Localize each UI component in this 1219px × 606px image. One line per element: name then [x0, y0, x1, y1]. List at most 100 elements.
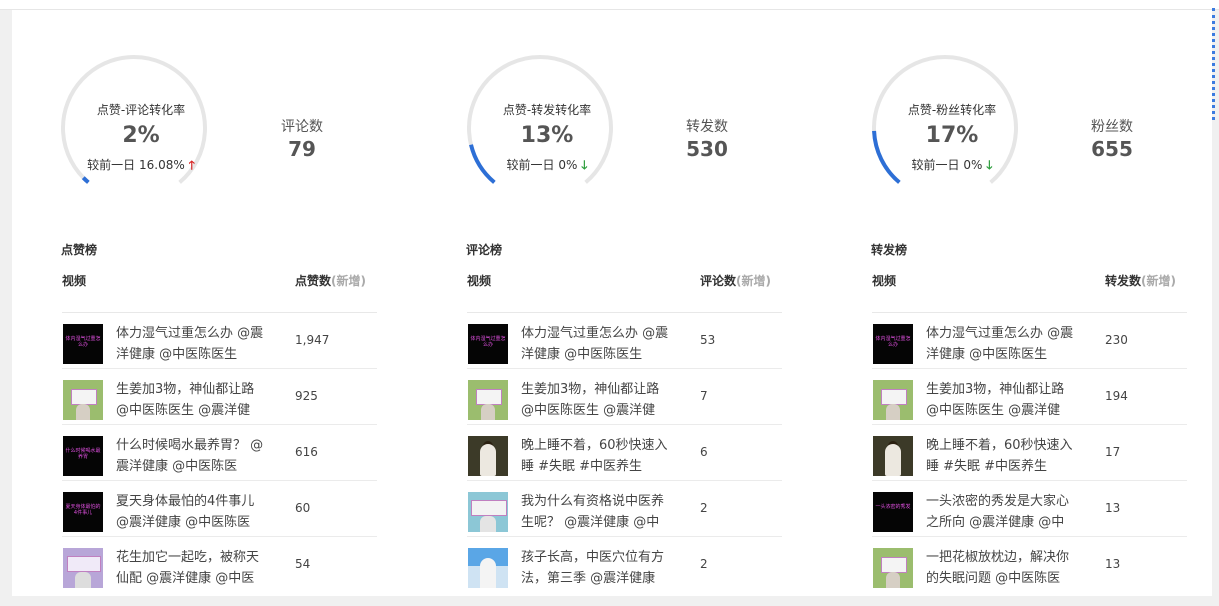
- video-title[interactable]: 体力湿气过重怎么办 @震洋健康 @中医陈医生: [521, 323, 671, 365]
- compare-value: 0%: [558, 158, 578, 172]
- col-metric[interactable]: 点赞数(新增): [295, 272, 366, 289]
- col-metric-label: 点赞数: [295, 274, 332, 288]
- thumbnail-sign: [881, 389, 907, 405]
- gauge-title: 点赞-转发转化率: [502, 103, 592, 117]
- video-title[interactable]: 生姜加3物，神仙都让路 @中医陈医生 @震洋健: [521, 379, 671, 421]
- arrow-down-icon: 🡓: [986, 158, 993, 172]
- stat-shares: 转发数 530: [667, 116, 747, 161]
- table-row[interactable]: 孩子长高，中医穴位有方法，第三季 @震洋健康 2: [467, 537, 782, 592]
- stat-fans: 粉丝数 655: [1072, 116, 1152, 161]
- stat-label: 转发数: [686, 119, 728, 135]
- metric-value: 6: [700, 445, 708, 459]
- video-title[interactable]: 体力湿气过重怎么办 @震洋健康 @中医陈医生: [926, 323, 1076, 365]
- thumbnail-sign: [881, 557, 907, 573]
- video-title[interactable]: 孩子长高，中医穴位有方法，第三季 @震洋健康: [521, 547, 671, 589]
- video-thumbnail[interactable]: 体内湿气过重怎么办: [873, 324, 913, 364]
- compare-label: 较前一日: [911, 158, 960, 172]
- table-row[interactable]: 夏天身体最怕的4件事儿 夏天身体最怕的4件事儿 @震洋健康 @中医陈医 60: [62, 481, 377, 537]
- ranking-header: 视频 点赞数(新增): [62, 274, 377, 313]
- compare-label: 较前一日: [506, 158, 555, 172]
- video-thumbnail[interactable]: 体内湿气过重怎么办: [468, 324, 508, 364]
- gauge-value: 2%: [122, 123, 160, 148]
- table-row[interactable]: 花生加它一起吃，被称天仙配 @震洋健康 @中医 54: [62, 537, 377, 592]
- thumbnail-fig: [75, 572, 91, 588]
- table-row[interactable]: 体内湿气过重怎么办 体力湿气过重怎么办 @震洋健康 @中医陈医生 1,947: [62, 313, 377, 369]
- scrollbar[interactable]: [1212, 8, 1219, 120]
- stat-value: 655: [1091, 137, 1133, 161]
- dashboard-panel: 点赞-评论转化率 2% 较前一日 16.08% 🡑 评论数 79 点赞-转发转化…: [12, 10, 1212, 596]
- video-title[interactable]: 我为什么有资格说中医养生呢？ @震洋健康 @中: [521, 491, 671, 533]
- thumbnail-fig: [76, 404, 90, 420]
- video-title[interactable]: 体力湿气过重怎么办 @震洋健康 @中医陈医生: [116, 323, 266, 365]
- thumbnail-fig: [480, 558, 496, 588]
- top-bar: [0, 0, 1219, 10]
- table-row[interactable]: 什么时候喝水最养胃 什么时候喝水最养胃？ @震洋健康 @中医陈医 616: [62, 425, 377, 481]
- video-title[interactable]: 生姜加3物，神仙都让路 @中医陈医生 @震洋健: [926, 379, 1076, 421]
- metric-value: 7: [700, 389, 708, 403]
- col-metric[interactable]: 转发数(新增): [1105, 272, 1176, 289]
- video-thumbnail[interactable]: [873, 548, 913, 588]
- video-thumbnail[interactable]: [468, 492, 508, 532]
- gauge-value: 13%: [520, 123, 574, 148]
- col-metric-label: 转发数: [1105, 274, 1142, 288]
- metric-value: 230: [1105, 333, 1128, 347]
- ranking-header: 视频 评论数(新增): [467, 274, 782, 313]
- thumbnail-fig: [480, 444, 496, 476]
- arrow-up-icon: 🡑: [188, 158, 195, 172]
- thumbnail-caption: 体内湿气过重怎么办: [65, 336, 101, 348]
- video-title[interactable]: 花生加它一起吃，被称天仙配 @震洋健康 @中医: [116, 547, 266, 589]
- stat-value: 530: [686, 137, 728, 161]
- table-row[interactable]: 一把花椒放枕边，解决你的失眠问题 @中医陈医 13: [872, 537, 1187, 592]
- video-thumbnail[interactable]: [873, 436, 913, 476]
- table-row[interactable]: 生姜加3物，神仙都让路 @中医陈医生 @震洋健 7: [467, 369, 782, 425]
- thumbnail-fig: [886, 404, 900, 420]
- video-title[interactable]: 夏天身体最怕的4件事儿 @震洋健康 @中医陈医: [116, 491, 266, 533]
- gauge-compare: 较前一日 16.08% 🡑: [61, 156, 221, 177]
- video-title[interactable]: 晚上睡不着，60秒快速入睡 #失眠 #中医养生: [521, 435, 671, 477]
- table-row[interactable]: 体内湿气过重怎么办 体力湿气过重怎么办 @震洋健康 @中医陈医生 53: [467, 313, 782, 369]
- video-thumbnail[interactable]: [63, 380, 103, 420]
- table-row[interactable]: 生姜加3物，神仙都让路 @中医陈医生 @震洋健 925: [62, 369, 377, 425]
- video-thumbnail[interactable]: 夏天身体最怕的4件事儿: [63, 492, 103, 532]
- ranking-title: 点赞榜: [61, 243, 98, 257]
- table-row[interactable]: 体内湿气过重怎么办 体力湿气过重怎么办 @震洋健康 @中医陈医生 230: [872, 313, 1187, 369]
- video-thumbnail[interactable]: [468, 548, 508, 588]
- video-thumbnail[interactable]: 一头浓密的秀发: [873, 492, 913, 532]
- table-row[interactable]: 一头浓密的秀发 一头浓密的秀发是大家心之所向 @震洋健康 @中 13: [872, 481, 1187, 537]
- metric-value: 616: [295, 445, 318, 459]
- table-row[interactable]: 晚上睡不着，60秒快速入睡 #失眠 #中医养生 17: [872, 425, 1187, 481]
- video-thumbnail[interactable]: 体内湿气过重怎么办: [63, 324, 103, 364]
- video-thumbnail[interactable]: 什么时候喝水最养胃: [63, 436, 103, 476]
- video-title[interactable]: 一头浓密的秀发是大家心之所向 @震洋健康 @中: [926, 491, 1076, 533]
- video-title[interactable]: 一把花椒放枕边，解决你的失眠问题 @中医陈医: [926, 547, 1076, 589]
- video-thumbnail[interactable]: [468, 436, 508, 476]
- video-thumbnail[interactable]: [873, 380, 913, 420]
- video-thumbnail[interactable]: [468, 380, 508, 420]
- metric-value: 13: [1105, 501, 1121, 515]
- ranking-comments: 评论榜 视频 评论数(新增) 体内湿气过重怎么办 体力湿气过重怎么办 @震洋健康 …: [466, 240, 782, 592]
- video-title[interactable]: 晚上睡不着，60秒快速入睡 #失眠 #中医养生: [926, 435, 1076, 477]
- col-metric[interactable]: 评论数(新增): [700, 272, 771, 289]
- video-title[interactable]: 什么时候喝水最养胃？ @震洋健康 @中医陈医: [116, 435, 266, 477]
- gauge-like-comment: 点赞-评论转化率 2% 较前一日 16.08% 🡑: [61, 55, 221, 195]
- thumbnail-caption: 体内湿气过重怎么办: [470, 336, 506, 348]
- thumbnail-fig: [481, 404, 495, 420]
- table-row[interactable]: 晚上睡不着，60秒快速入睡 #失眠 #中医养生 6: [467, 425, 782, 481]
- gauge-title: 点赞-粉丝转化率: [907, 103, 997, 117]
- table-row[interactable]: 我为什么有资格说中医养生呢？ @震洋健康 @中 2: [467, 481, 782, 537]
- metric-value: 60: [295, 501, 311, 515]
- table-row[interactable]: 生姜加3物，神仙都让路 @中医陈医生 @震洋健 194: [872, 369, 1187, 425]
- video-title[interactable]: 生姜加3物，神仙都让路 @中医陈医生 @震洋健: [116, 379, 266, 421]
- gauge-progress-arc: [81, 176, 90, 184]
- metric-value: 54: [295, 557, 311, 571]
- col-video: 视频: [62, 274, 87, 288]
- stat-label: 评论数: [281, 119, 323, 135]
- video-thumbnail[interactable]: [63, 548, 103, 588]
- col-video: 视频: [872, 274, 897, 288]
- metric-value: 194: [1105, 389, 1128, 403]
- metric-value: 53: [700, 333, 716, 347]
- thumbnail-sign: [71, 389, 97, 405]
- thumbnail-sign: [476, 389, 502, 405]
- stat-label: 粉丝数: [1091, 119, 1133, 135]
- stat-value: 79: [288, 137, 316, 161]
